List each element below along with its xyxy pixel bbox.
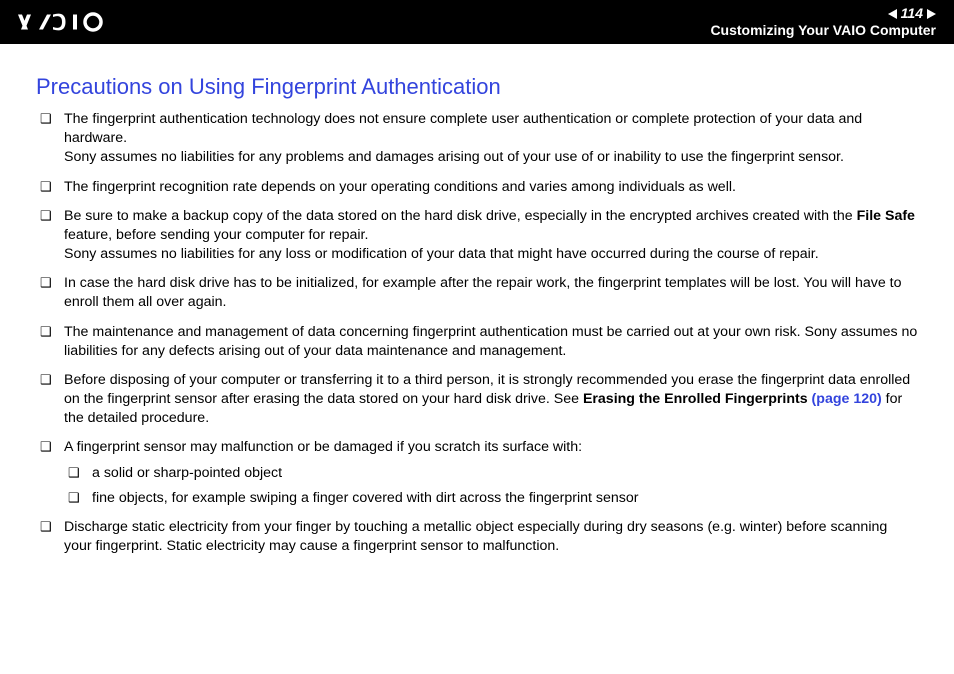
- list-text: Discharge static electricity from your f…: [64, 519, 887, 554]
- vaio-logo: [18, 0, 128, 44]
- page-link[interactable]: (page 120): [812, 391, 882, 407]
- list-text: Be sure to make a backup copy of the dat…: [64, 208, 857, 224]
- list-item: Discharge static electricity from your f…: [64, 518, 918, 556]
- nav-next-icon[interactable]: [927, 9, 936, 19]
- nav-prev-icon[interactable]: [888, 9, 897, 19]
- list-item: The fingerprint recognition rate depends…: [64, 178, 918, 197]
- sub-list: a solid or sharp-pointed object fine obj…: [64, 464, 918, 508]
- list-text: Sony assumes no liabilities for any loss…: [64, 246, 819, 262]
- page-title: Precautions on Using Fingerprint Authent…: [36, 74, 918, 100]
- page-nav: 114: [888, 6, 936, 21]
- list-text: fine objects, for example swiping a fing…: [92, 490, 638, 506]
- header-right: 114 Customizing Your VAIO Computer: [710, 6, 936, 38]
- section-label: Customizing Your VAIO Computer: [710, 23, 936, 38]
- bullet-list: The fingerprint authentication technolog…: [36, 110, 918, 556]
- list-text: feature, before sending your computer fo…: [64, 227, 368, 243]
- bold-term: File Safe: [857, 208, 915, 224]
- list-item: The fingerprint authentication technolog…: [64, 110, 918, 168]
- list-item: a solid or sharp-pointed object: [92, 464, 918, 483]
- header-bar: 114 Customizing Your VAIO Computer: [0, 0, 954, 44]
- bold-term: Erasing the Enrolled Fingerprints: [583, 391, 812, 407]
- list-text: Sony assumes no liabilities for any prob…: [64, 149, 844, 165]
- list-item: fine objects, for example swiping a fing…: [92, 489, 918, 508]
- list-item: Before disposing of your computer or tra…: [64, 371, 918, 429]
- list-text: In case the hard disk drive has to be in…: [64, 275, 902, 310]
- list-item: Be sure to make a backup copy of the dat…: [64, 207, 918, 265]
- list-text: The fingerprint recognition rate depends…: [64, 179, 736, 195]
- list-item: The maintenance and management of data c…: [64, 323, 918, 361]
- list-text: a solid or sharp-pointed object: [92, 465, 282, 481]
- list-text: A fingerprint sensor may malfunction or …: [64, 439, 582, 455]
- list-text: The maintenance and management of data c…: [64, 324, 917, 359]
- list-text: The fingerprint authentication technolog…: [64, 111, 862, 146]
- list-item: A fingerprint sensor may malfunction or …: [64, 438, 918, 508]
- content: Precautions on Using Fingerprint Authent…: [0, 44, 954, 576]
- list-item: In case the hard disk drive has to be in…: [64, 274, 918, 312]
- page-number: 114: [901, 6, 923, 21]
